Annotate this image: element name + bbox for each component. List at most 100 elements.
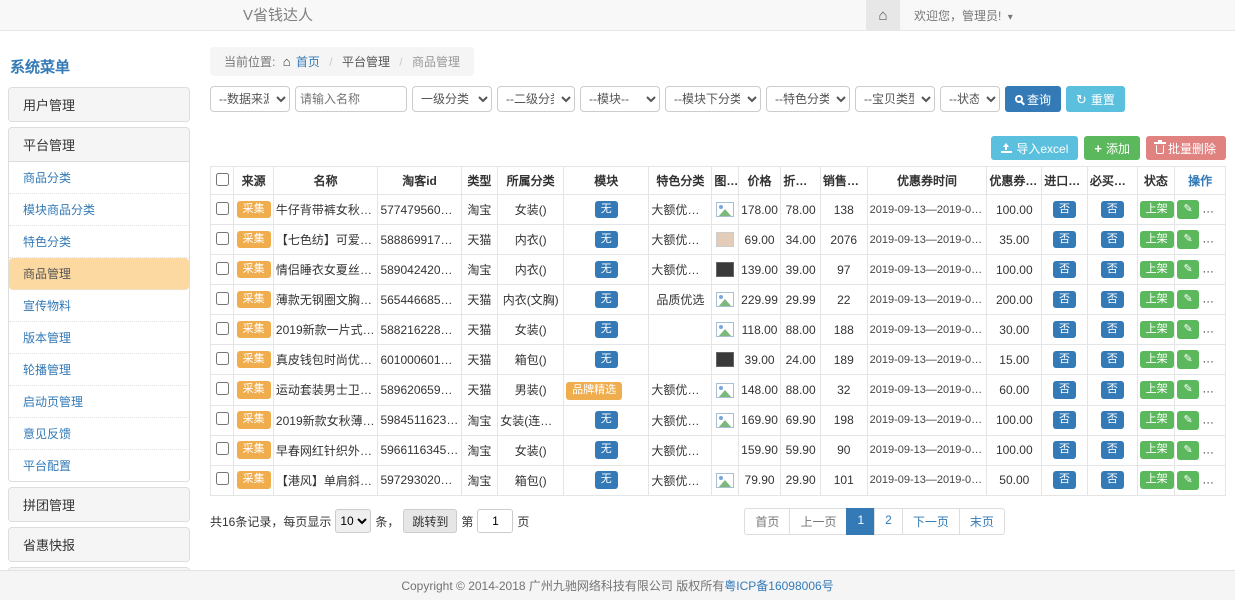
edit-button[interactable]: ✎	[1177, 471, 1199, 490]
import-select-badge[interactable]: 否	[1053, 291, 1076, 309]
pager-last[interactable]: 末页	[959, 508, 1005, 535]
edit-button[interactable]: ✎	[1177, 441, 1199, 460]
module-subcategory-select[interactable]: --模块下分类--	[665, 86, 761, 112]
status-badge[interactable]: 上架	[1140, 441, 1174, 459]
per-page-select[interactable]: 10	[335, 509, 371, 533]
edit-button[interactable]: ✎	[1177, 230, 1199, 249]
name-search-input[interactable]	[295, 86, 407, 112]
sidebar-item[interactable]: 意见反馈	[9, 418, 189, 450]
user-menu[interactable]: 欢迎您，管理员! ▾	[914, 7, 1013, 24]
status-badge[interactable]: 上架	[1140, 411, 1174, 429]
edit-button[interactable]: ✎	[1177, 350, 1199, 369]
must-buy-badge[interactable]: 否	[1101, 291, 1124, 309]
status-badge[interactable]: 上架	[1140, 201, 1174, 219]
import-select-badge[interactable]: 否	[1053, 231, 1076, 249]
pager-next[interactable]: 下一页	[902, 508, 960, 535]
row-checkbox[interactable]	[216, 262, 229, 275]
status-badge[interactable]: 上架	[1140, 321, 1174, 339]
sidebar-panel-toggle[interactable]: 拼团管理	[9, 488, 189, 521]
col-header-status: 状态	[1137, 167, 1175, 195]
status-badge[interactable]: 上架	[1140, 471, 1174, 489]
select-all-checkbox[interactable]	[216, 173, 229, 186]
status-badge[interactable]: 上架	[1140, 231, 1174, 249]
import-select-badge[interactable]: 否	[1053, 261, 1076, 279]
must-buy-badge[interactable]: 否	[1101, 351, 1124, 369]
edit-button[interactable]: ✎	[1177, 411, 1199, 430]
sidebar-panel-users-toggle[interactable]: 用户管理	[9, 88, 189, 121]
import-select-badge[interactable]: 否	[1053, 351, 1076, 369]
row-checkbox[interactable]	[216, 412, 229, 425]
import-select-badge[interactable]: 否	[1053, 321, 1076, 339]
must-buy-badge[interactable]: 否	[1101, 441, 1124, 459]
page-number-input[interactable]	[477, 509, 513, 533]
icp-link[interactable]: 粤ICP备16098006号	[724, 577, 833, 594]
reset-button[interactable]: ↻ 重置	[1066, 86, 1125, 112]
coupon-amount: 50.00	[987, 465, 1042, 495]
edit-button[interactable]: ✎	[1177, 260, 1199, 279]
row-checkbox[interactable]	[216, 292, 229, 305]
must-buy-badge[interactable]: 否	[1101, 471, 1124, 489]
row-checkbox[interactable]	[216, 352, 229, 365]
feature-category-select[interactable]: --特色分类--	[766, 86, 850, 112]
import-select-badge[interactable]: 否	[1053, 381, 1076, 399]
status-badge[interactable]: 上架	[1140, 291, 1174, 309]
sidebar-item[interactable]: 宣传物料	[9, 290, 189, 322]
must-buy-badge[interactable]: 否	[1101, 411, 1124, 429]
price: 148.00	[738, 375, 781, 406]
taoke-id: 588216228899	[378, 315, 461, 345]
status-badge[interactable]: 上架	[1140, 381, 1174, 399]
must-buy-badge[interactable]: 否	[1101, 321, 1124, 339]
edit-button[interactable]: ✎	[1177, 200, 1199, 219]
row-checkbox[interactable]	[216, 442, 229, 455]
sidebar-item[interactable]: 版本管理	[9, 322, 189, 354]
pager-page-1[interactable]: 1	[846, 508, 875, 535]
add-button[interactable]: + 添加	[1084, 136, 1140, 160]
sales-count: 2076	[820, 225, 867, 255]
row-checkbox[interactable]	[216, 232, 229, 245]
edit-button[interactable]: ✎	[1177, 380, 1199, 399]
must-buy-badge[interactable]: 否	[1101, 231, 1124, 249]
home-button[interactable]: ⌂	[866, 0, 900, 31]
category1-select[interactable]: 一级分类	[412, 86, 492, 112]
query-button[interactable]: 查询	[1005, 86, 1061, 112]
must-buy-badge[interactable]: 否	[1101, 381, 1124, 399]
feature-category: 大额优惠券	[649, 255, 712, 285]
sidebar-item[interactable]: 轮播管理	[9, 354, 189, 386]
module-select[interactable]: --模块--	[580, 86, 660, 112]
row-checkbox[interactable]	[216, 382, 229, 395]
sidebar-item[interactable]: 启动页管理	[9, 386, 189, 418]
import-select-badge[interactable]: 否	[1053, 441, 1076, 459]
sidebar-item[interactable]: 商品分类	[9, 162, 189, 194]
sidebar-panel-platform-toggle[interactable]: 平台管理	[9, 128, 189, 162]
edit-button[interactable]: ✎	[1177, 290, 1199, 309]
edit-button[interactable]: ✎	[1177, 320, 1199, 339]
import-select-badge[interactable]: 否	[1053, 201, 1076, 219]
import-select-badge[interactable]: 否	[1053, 411, 1076, 429]
sidebar-item[interactable]: 模块商品分类	[9, 194, 189, 226]
status-select[interactable]: --状态--	[940, 86, 1000, 112]
batch-delete-button[interactable]: 批量删除	[1146, 136, 1226, 160]
status-badge[interactable]: 上架	[1140, 261, 1174, 279]
category2-select[interactable]: --二级分类--	[497, 86, 575, 112]
breadcrumb-home-link[interactable]: 首页	[296, 55, 320, 69]
item-type-select[interactable]: --宝贝类型--	[855, 86, 935, 112]
sidebar-item[interactable]: 平台配置	[9, 450, 189, 481]
data-source-select[interactable]: --数据来源--	[210, 86, 290, 112]
status-badge[interactable]: 上架	[1140, 351, 1174, 369]
row-checkbox[interactable]	[216, 472, 229, 485]
sidebar-item[interactable]: 特色分类	[9, 226, 189, 258]
jump-to-button[interactable]: 跳转到	[403, 509, 457, 533]
must-buy-badge[interactable]: 否	[1101, 201, 1124, 219]
chevron-down-icon: ▾	[1008, 12, 1013, 23]
row-checkbox[interactable]	[216, 322, 229, 335]
pager-page-2[interactable]: 2	[874, 508, 903, 535]
sidebar-item[interactable]: 商品管理	[9, 258, 189, 290]
import-excel-button[interactable]: 导入excel	[991, 136, 1078, 160]
row-checkbox[interactable]	[216, 202, 229, 215]
import-select-badge[interactable]: 否	[1053, 471, 1076, 489]
copyright-text: Copyright © 2014-2018 广州九驰网络科技有限公司 版权所有	[401, 577, 724, 594]
must-buy-badge[interactable]: 否	[1101, 261, 1124, 279]
pager-first[interactable]: 首页	[744, 508, 790, 535]
pager-prev[interactable]: 上一页	[789, 508, 847, 535]
sidebar-panel-toggle[interactable]: 省惠快报	[9, 528, 189, 561]
